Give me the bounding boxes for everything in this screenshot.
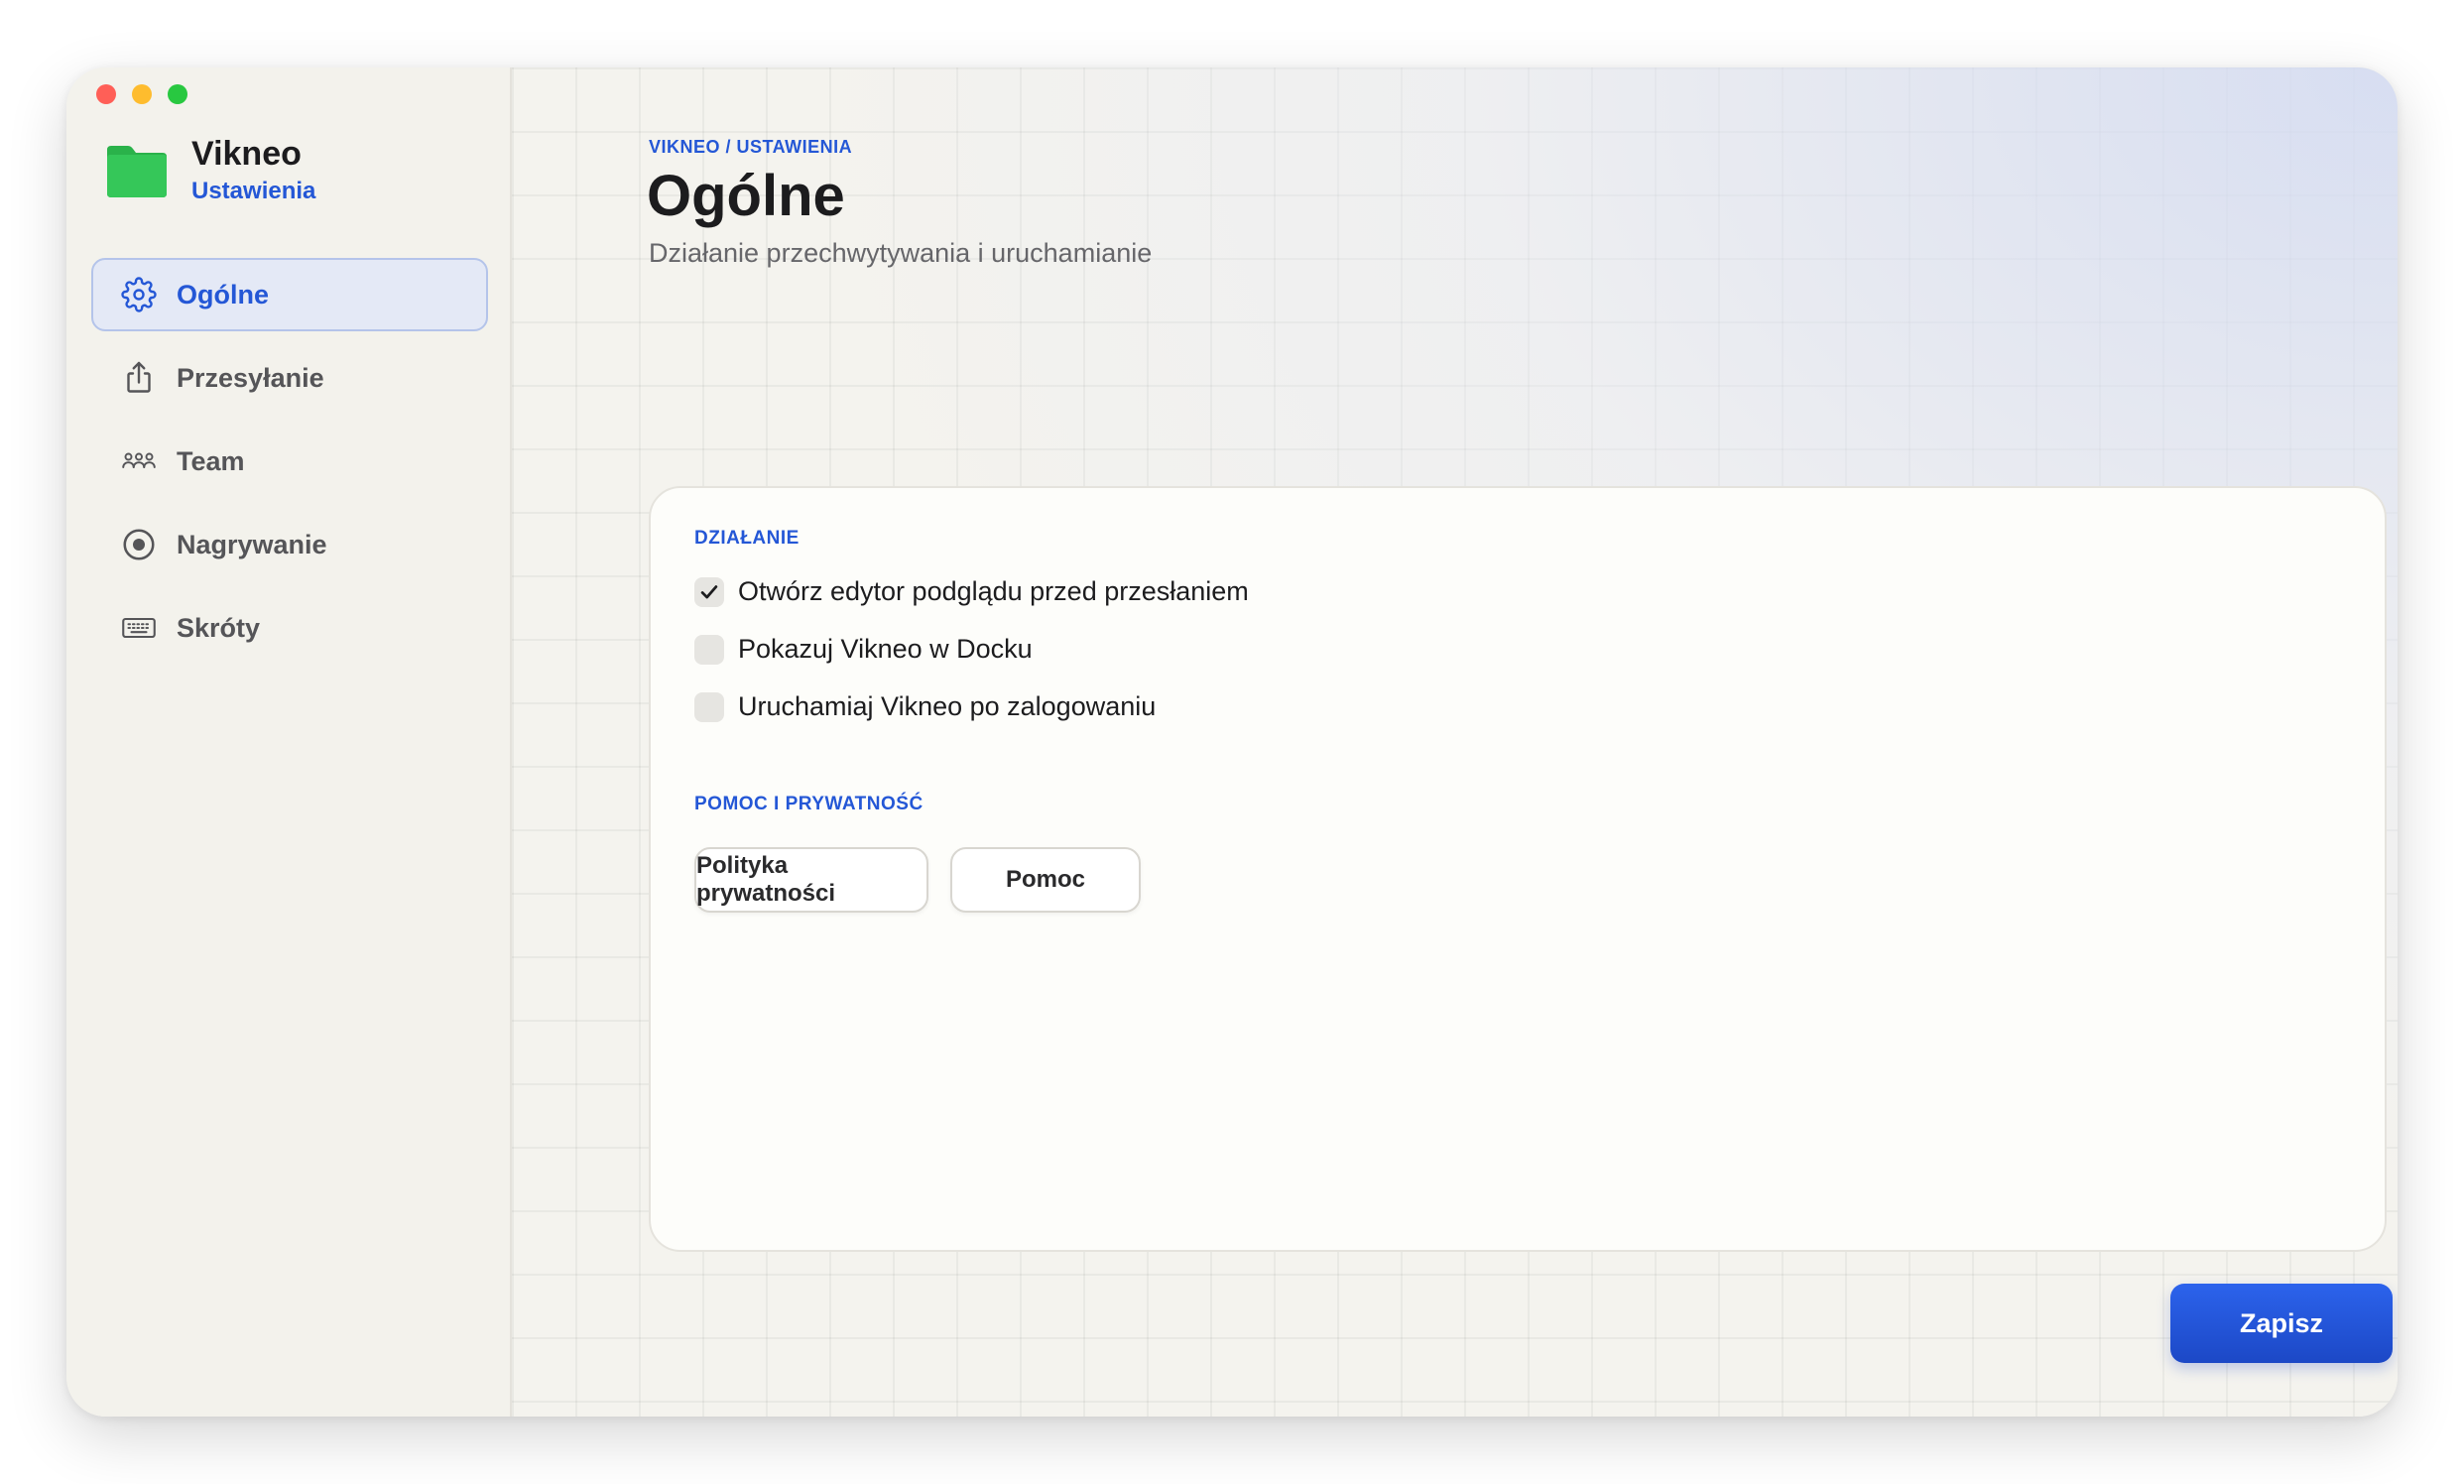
option-open-preview-editor[interactable]: Otwórz edytor podglądu przed przesłaniem bbox=[694, 576, 1249, 607]
checkbox-unchecked[interactable] bbox=[694, 634, 724, 665]
page-title: Ogólne bbox=[647, 164, 845, 228]
main-content: VIKNEO / USTAWIENIA Ogólne Działanie prz… bbox=[512, 67, 2398, 1417]
people-icon bbox=[119, 441, 159, 481]
sidebar-item-uploading[interactable]: Przesyłanie bbox=[91, 341, 488, 415]
keyboard-icon bbox=[119, 608, 159, 648]
record-icon bbox=[119, 525, 159, 564]
sidebar-item-label: Przesyłanie bbox=[177, 362, 324, 393]
sidebar-item-general[interactable]: Ogólne bbox=[91, 258, 488, 331]
save-button[interactable]: Zapisz bbox=[2170, 1284, 2393, 1363]
folder-icon bbox=[104, 144, 170, 199]
minimize-window-button[interactable] bbox=[132, 84, 152, 104]
sidebar-item-shortcuts[interactable]: Skróty bbox=[91, 591, 488, 665]
option-label: Pokazuj Vikneo w Docku bbox=[738, 634, 1033, 664]
option-label: Uruchamiaj Vikneo po zalogowaniu bbox=[738, 691, 1157, 721]
section-label-action: DZIAŁANIE bbox=[694, 528, 800, 549]
checkbox-unchecked[interactable] bbox=[694, 691, 724, 722]
sidebar-item-label: Nagrywanie bbox=[177, 529, 327, 559]
share-icon bbox=[119, 358, 159, 398]
app-header: Vikneo Ustawienia bbox=[104, 132, 315, 205]
checkmark-icon bbox=[700, 584, 718, 598]
sidebar-nav: Ogólne Przesyłanie Team Nagrywanie Skrót… bbox=[91, 258, 488, 675]
gear-icon bbox=[119, 275, 159, 314]
sidebar-item-label: Team bbox=[177, 445, 245, 476]
sidebar-item-recording[interactable]: Nagrywanie bbox=[91, 508, 488, 581]
option-label: Otwórz edytor podglądu przed przesłaniem bbox=[738, 576, 1249, 606]
help-button[interactable]: Pomoc bbox=[950, 847, 1141, 913]
page-subtitle: Działanie przechwytywania i uruchamianie bbox=[649, 238, 1153, 268]
help-buttons: Polityka prywatności Pomoc bbox=[694, 847, 1141, 913]
privacy-policy-button[interactable]: Polityka prywatności bbox=[694, 847, 928, 913]
section-label-help-privacy: POMOC I PRYWATNOŚĆ bbox=[694, 794, 924, 814]
settings-window: Vikneo Ustawienia Ogólne Przesyłanie Tea… bbox=[66, 67, 2398, 1417]
app-subtitle: Ustawienia bbox=[191, 178, 316, 204]
app-name: Vikneo bbox=[191, 135, 302, 173]
breadcrumb: VIKNEO / USTAWIENIA bbox=[649, 137, 853, 157]
option-show-in-dock[interactable]: Pokazuj Vikneo w Docku bbox=[694, 634, 1033, 665]
sidebar: Vikneo Ustawienia Ogólne Przesyłanie Tea… bbox=[66, 67, 512, 1417]
settings-card: DZIAŁANIE Otwórz edytor podglądu przed p… bbox=[649, 486, 2387, 1252]
sidebar-item-team[interactable]: Team bbox=[91, 425, 488, 498]
sidebar-item-label: Ogólne bbox=[177, 279, 269, 309]
window-controls bbox=[96, 84, 187, 104]
sidebar-item-label: Skróty bbox=[177, 612, 261, 643]
zoom-window-button[interactable] bbox=[168, 84, 187, 104]
option-launch-at-login[interactable]: Uruchamiaj Vikneo po zalogowaniu bbox=[694, 691, 1156, 722]
close-window-button[interactable] bbox=[96, 84, 116, 104]
checkbox-checked[interactable] bbox=[694, 576, 724, 607]
